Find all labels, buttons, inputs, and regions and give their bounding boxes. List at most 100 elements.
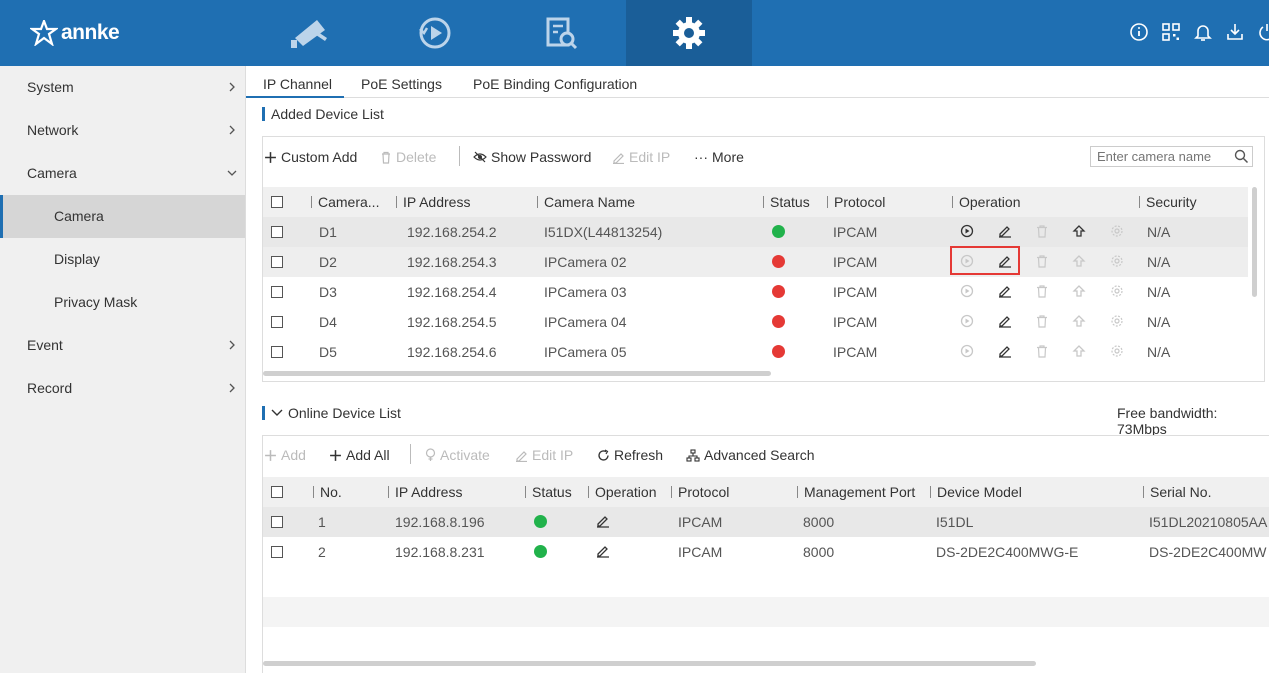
added-table-row[interactable]: D4 192.168.254.5 IPCamera 04 IPCAM N/A [263, 307, 1248, 337]
col-camera-name[interactable]: Camera Name [537, 194, 635, 210]
added-table-row[interactable]: D1 192.168.254.2 I51DX(L44813254) IPCAM N/A [263, 217, 1248, 247]
pencil-icon[interactable] [596, 544, 610, 558]
play-icon[interactable] [960, 224, 974, 238]
col-protocol[interactable]: Protocol [827, 194, 885, 210]
more-button[interactable]: ··· More [694, 149, 744, 165]
cell-channel: D4 [319, 314, 337, 330]
added-table-row[interactable]: D2 192.168.254.3 IPCamera 02 IPCAM N/A [263, 247, 1248, 277]
col-serial-no[interactable]: Serial No. [1143, 484, 1211, 500]
sidebar-subitem-display[interactable]: Display [0, 238, 245, 281]
select-all-checkbox[interactable] [271, 196, 283, 208]
trash-icon[interactable] [1035, 284, 1049, 298]
col-operation[interactable]: Operation [952, 194, 1020, 210]
col-protocol[interactable]: Protocol [671, 484, 729, 500]
trash-icon[interactable] [1035, 344, 1049, 358]
sidebar-item-camera[interactable]: Camera [0, 152, 245, 195]
settings-icon[interactable] [1110, 224, 1124, 238]
col-device-model[interactable]: Device Model [930, 484, 1022, 500]
upload-arrow-icon[interactable] [1072, 284, 1086, 298]
sidebar-subitem-privacy-mask[interactable]: Privacy Mask [0, 281, 245, 324]
nav-playback[interactable] [372, 0, 498, 66]
advanced-search-button[interactable]: Advanced Search [686, 447, 815, 463]
added-table-row[interactable]: D3 192.168.254.4 IPCamera 03 IPCAM N/A [263, 277, 1248, 307]
nav-live-view[interactable] [246, 0, 372, 66]
added-table-vscroll[interactable] [1252, 187, 1257, 297]
upload-arrow-icon[interactable] [1072, 344, 1086, 358]
col-operation[interactable]: Operation [588, 484, 656, 500]
activate-button[interactable]: Activate [425, 447, 490, 463]
col-ip-address[interactable]: IP Address [388, 484, 462, 500]
camera-search-input[interactable] [1091, 147, 1231, 166]
settings-icon[interactable] [1110, 344, 1124, 358]
search-icon[interactable] [1234, 149, 1249, 164]
row-checkbox[interactable] [271, 286, 283, 298]
col-status[interactable]: Status [525, 484, 572, 500]
pencil-icon[interactable] [998, 284, 1012, 298]
sidebar-item-event[interactable]: Event [0, 324, 245, 367]
cell-management-port: 8000 [803, 544, 835, 560]
upload-arrow-icon[interactable] [1072, 314, 1086, 328]
select-all-checkbox[interactable] [271, 486, 283, 498]
info-icon[interactable] [1129, 22, 1149, 42]
upload-arrow-icon[interactable] [1072, 254, 1086, 268]
online-edit-ip-button[interactable]: Edit IP [515, 447, 573, 463]
row-checkbox[interactable] [271, 346, 283, 358]
row-checkbox[interactable] [271, 226, 283, 238]
show-password-button[interactable]: Show Password [473, 149, 591, 165]
col-no[interactable]: No. [313, 484, 342, 500]
col-security[interactable]: Security [1139, 194, 1197, 210]
col-ip-address[interactable]: IP Address [396, 194, 470, 210]
online-table-row[interactable]: 2 192.168.8.231 IPCAM 8000 DS-2DE2C400MWG-E D… [263, 537, 1269, 567]
row-checkbox[interactable] [271, 546, 283, 558]
added-table-row[interactable]: D5 192.168.254.6 IPCamera 05 IPCAM N/A [263, 337, 1248, 367]
custom-add-button[interactable]: Custom Add [264, 149, 357, 165]
pencil-icon[interactable] [998, 314, 1012, 328]
settings-icon[interactable] [1110, 314, 1124, 328]
trash-icon[interactable] [1035, 224, 1049, 238]
pencil-icon[interactable] [998, 224, 1012, 238]
nav-configuration[interactable] [626, 0, 752, 66]
play-icon[interactable] [960, 314, 974, 328]
edit-ip-button[interactable]: Edit IP [612, 149, 670, 165]
col-camera[interactable]: Camera... [311, 194, 379, 210]
settings-icon[interactable] [1110, 254, 1124, 268]
trash-icon[interactable] [1035, 314, 1049, 328]
sidebar-subitem-camera[interactable]: Camera [0, 195, 245, 238]
upload-arrow-icon[interactable] [1072, 224, 1086, 238]
pencil-icon[interactable] [596, 514, 610, 528]
sidebar-item-system[interactable]: System [0, 66, 245, 109]
col-status[interactable]: Status [763, 194, 810, 210]
cell-security: N/A [1147, 344, 1171, 360]
power-icon[interactable] [1257, 22, 1269, 42]
online-table-row[interactable]: 1 192.168.8.196 IPCAM 8000 I51DL I51DL2021080… [263, 507, 1269, 537]
pencil-icon[interactable] [998, 344, 1012, 358]
qr-code-icon[interactable] [1161, 22, 1181, 42]
play-icon[interactable] [960, 344, 974, 358]
sidebar-item-network[interactable]: Network [0, 109, 245, 152]
settings-icon[interactable] [1110, 284, 1124, 298]
cell-no: 2 [318, 544, 326, 560]
refresh-button[interactable]: Refresh [597, 447, 663, 463]
tab-ip-channel[interactable]: IP Channel [263, 76, 332, 92]
nav-search[interactable] [498, 0, 624, 66]
bell-icon[interactable] [1193, 22, 1213, 42]
tab-poe-binding[interactable]: PoE Binding Configuration [473, 76, 637, 92]
play-icon[interactable] [960, 284, 974, 298]
delete-button[interactable]: Delete [380, 149, 436, 165]
status-offline-icon [772, 315, 785, 328]
sidebar-item-label: Camera [54, 208, 104, 224]
row-checkbox[interactable] [271, 516, 283, 528]
added-table-hscroll[interactable] [263, 371, 771, 376]
row-checkbox[interactable] [271, 256, 283, 268]
add-all-button[interactable]: Add All [329, 447, 390, 463]
sidebar-item-record[interactable]: Record [0, 367, 245, 410]
trash-icon[interactable] [1035, 254, 1049, 268]
add-button[interactable]: Add [264, 447, 306, 463]
tab-poe-settings[interactable]: PoE Settings [361, 76, 442, 92]
row-checkbox[interactable] [271, 316, 283, 328]
col-management-port[interactable]: Management Port [797, 484, 915, 500]
download-icon[interactable] [1225, 22, 1245, 42]
online-table-hscroll[interactable] [263, 661, 1036, 666]
cell-no: 1 [318, 514, 326, 530]
online-device-list-title[interactable]: Online Device List [262, 405, 401, 421]
